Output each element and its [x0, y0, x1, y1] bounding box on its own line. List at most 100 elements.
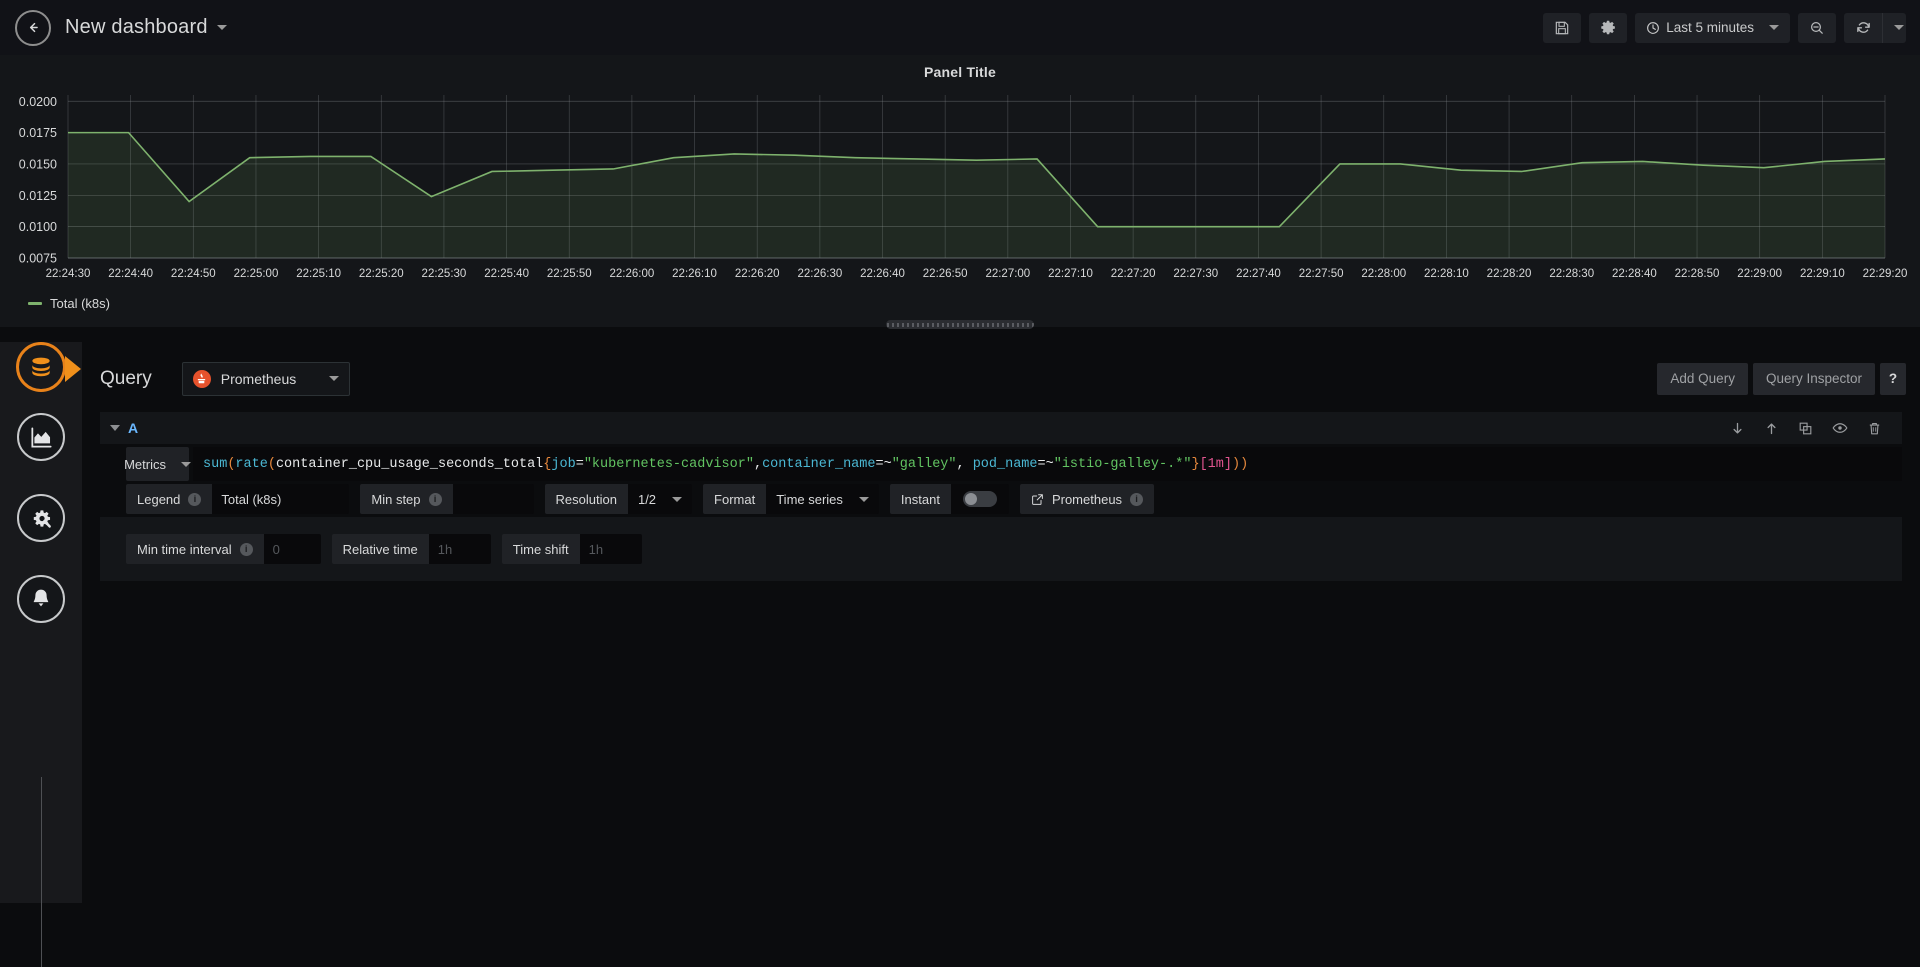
- svg-text:22:25:20: 22:25:20: [359, 268, 404, 280]
- refresh-dashboard-button[interactable]: [1844, 13, 1882, 43]
- relative-time-input[interactable]: [429, 534, 491, 564]
- min-step-input[interactable]: [453, 484, 534, 514]
- min-step-field: Min step i: [360, 484, 533, 514]
- format-select[interactable]: Time series: [766, 484, 879, 514]
- datasource-picker[interactable]: Prometheus: [182, 362, 350, 396]
- resolution-label: Resolution: [545, 484, 628, 514]
- database-icon: [28, 354, 54, 380]
- chevron-down-icon: [181, 462, 191, 467]
- toggle-switch-icon: [963, 491, 997, 507]
- svg-text:22:29:10: 22:29:10: [1800, 268, 1845, 280]
- min-step-field-label: Min step i: [360, 484, 452, 514]
- format-label: Format: [703, 484, 766, 514]
- svg-text:22:27:50: 22:27:50: [1299, 268, 1344, 280]
- relative-time-label: Relative time: [332, 534, 429, 564]
- svg-text:22:27:10: 22:27:10: [1048, 268, 1093, 280]
- dashboard-title-picker[interactable]: New dashboard: [65, 16, 227, 39]
- min-time-interval-input[interactable]: [264, 534, 321, 564]
- svg-text:0.0125: 0.0125: [19, 189, 57, 203]
- svg-text:22:24:40: 22:24:40: [108, 268, 153, 280]
- refresh-interval-dropdown[interactable]: [1882, 13, 1906, 43]
- resolution-field: Resolution 1/2: [545, 484, 693, 514]
- prometheus-logo-icon: [193, 370, 211, 388]
- query-expression-text: sum(rate(container_cpu_usage_seconds_tot…: [203, 457, 1248, 472]
- copy-icon: [1798, 421, 1813, 436]
- svg-text:22:24:50: 22:24:50: [171, 268, 216, 280]
- sidebar-item-queries[interactable]: [16, 342, 66, 392]
- save-dashboard-button[interactable]: [1543, 13, 1581, 43]
- metrics-expression-row: Metrics sum(rate(container_cpu_usage_sec…: [100, 447, 1902, 481]
- chevron-down-icon: [217, 25, 227, 30]
- clock-icon: [1646, 21, 1660, 35]
- info-icon[interactable]: i: [429, 493, 442, 506]
- prometheus-link-group: Prometheus i: [1020, 484, 1154, 514]
- move-query-up-button[interactable]: [1764, 420, 1779, 436]
- svg-text:22:26:40: 22:26:40: [860, 268, 905, 280]
- min-time-interval-field: Min time interval i: [126, 534, 321, 564]
- panel-legend[interactable]: Total (k8s): [28, 296, 110, 311]
- chevron-down-icon: [329, 376, 339, 381]
- sidebar-item-alert[interactable]: [17, 575, 65, 623]
- metrics-browser-button[interactable]: Metrics: [126, 447, 189, 481]
- prometheus-link-label: Prometheus: [1052, 492, 1122, 507]
- move-query-down-button[interactable]: [1730, 420, 1745, 436]
- datasource-name: Prometheus: [221, 371, 296, 387]
- arrow-up-icon: [1764, 421, 1779, 436]
- format-field: Format Time series: [703, 484, 879, 514]
- add-query-button[interactable]: Add Query: [1657, 363, 1748, 395]
- top-navbar: New dashboard Last 5 minutes: [0, 0, 1920, 55]
- svg-text:22:26:00: 22:26:00: [610, 268, 655, 280]
- time-range-label: Last 5 minutes: [1666, 20, 1754, 35]
- open-in-prometheus-link[interactable]: Prometheus i: [1020, 484, 1154, 514]
- svg-text:0.0200: 0.0200: [19, 95, 57, 109]
- time-shift-input[interactable]: [580, 534, 642, 564]
- svg-text:22:26:20: 22:26:20: [735, 268, 780, 280]
- time-shift-label: Time shift: [502, 534, 580, 564]
- svg-text:22:25:50: 22:25:50: [547, 268, 592, 280]
- query-section-label: Query: [100, 368, 152, 390]
- duplicate-query-button[interactable]: [1798, 420, 1813, 436]
- instant-toggle[interactable]: [951, 484, 1009, 514]
- info-icon[interactable]: i: [188, 493, 201, 506]
- back-button[interactable]: [15, 10, 51, 46]
- svg-text:0.0150: 0.0150: [19, 157, 57, 171]
- time-series-graph[interactable]: 0.02000.01750.01500.01250.01000.007522:2…: [0, 85, 1920, 300]
- svg-text:22:25:30: 22:25:30: [422, 268, 467, 280]
- query-inspector-button[interactable]: Query Inspector: [1753, 363, 1875, 395]
- svg-text:22:24:30: 22:24:30: [46, 268, 91, 280]
- help-button[interactable]: ?: [1880, 363, 1906, 395]
- svg-text:22:29:00: 22:29:00: [1737, 268, 1782, 280]
- panel-resize-handle[interactable]: [886, 320, 1034, 329]
- gear-wrench-icon: [29, 506, 54, 531]
- legend-input[interactable]: [212, 484, 349, 514]
- svg-text:22:25:10: 22:25:10: [296, 268, 341, 280]
- legend-field-label: Legend i: [126, 484, 212, 514]
- format-value: Time series: [776, 492, 843, 507]
- info-icon[interactable]: i: [1130, 493, 1143, 506]
- sidebar-item-visualization[interactable]: [17, 413, 65, 461]
- svg-text:22:27:00: 22:27:00: [985, 268, 1030, 280]
- info-icon[interactable]: i: [240, 543, 253, 556]
- query-expression-input[interactable]: sum(rate(container_cpu_usage_seconds_tot…: [193, 447, 1902, 481]
- svg-text:22:25:00: 22:25:00: [234, 268, 279, 280]
- time-range-picker[interactable]: Last 5 minutes: [1635, 13, 1790, 43]
- instant-field: Instant: [890, 484, 1009, 514]
- sidebar-item-general-settings[interactable]: [17, 494, 65, 542]
- chevron-down-icon[interactable]: [110, 425, 120, 431]
- remove-query-button[interactable]: [1867, 420, 1882, 436]
- eye-icon: [1832, 420, 1848, 436]
- panel-title: Panel Title: [0, 55, 1920, 80]
- external-link-icon: [1031, 493, 1044, 506]
- query-row-actions: [1730, 420, 1892, 436]
- zoom-out-time-button[interactable]: [1798, 13, 1836, 43]
- svg-text:22:28:40: 22:28:40: [1612, 268, 1657, 280]
- resolution-select[interactable]: 1/2: [628, 484, 692, 514]
- sidebar-connector-line: [41, 777, 42, 967]
- relative-time-field: Relative time: [332, 534, 491, 564]
- min-time-interval-label-text: Min time interval: [137, 542, 232, 557]
- panel-settings-button[interactable]: [1589, 13, 1627, 43]
- toggle-query-visibility-button[interactable]: [1832, 420, 1848, 436]
- refresh-circular-arrows-icon: [1855, 19, 1872, 36]
- svg-text:0.0075: 0.0075: [19, 252, 57, 266]
- query-ref-id[interactable]: A: [128, 420, 138, 436]
